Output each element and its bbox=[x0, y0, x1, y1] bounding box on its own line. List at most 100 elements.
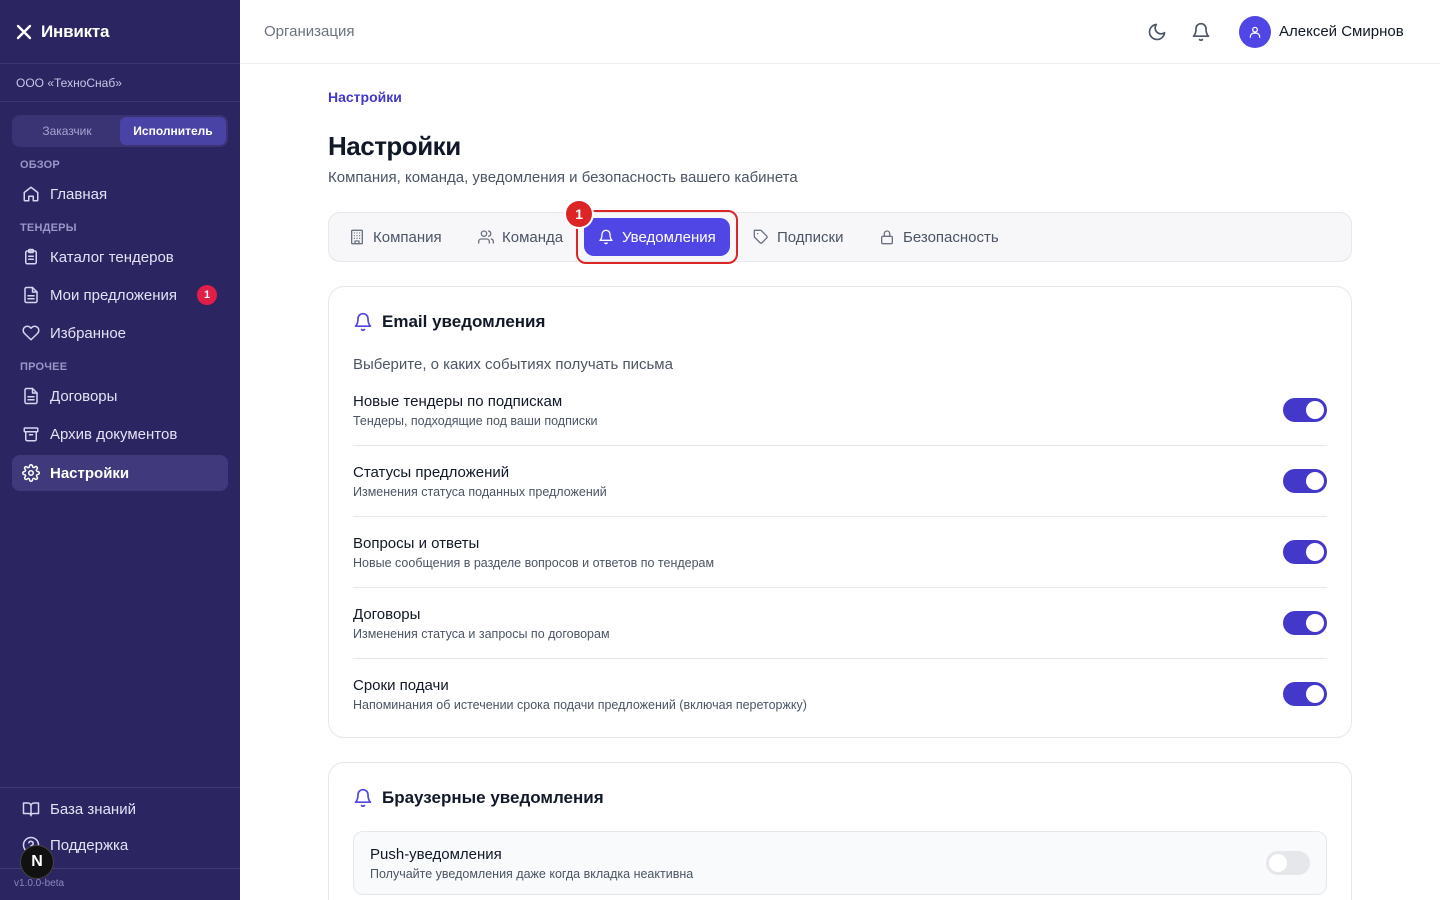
user-name[interactable]: Алексей Смирнов bbox=[1279, 23, 1404, 40]
breadcrumb[interactable]: Настройки bbox=[328, 89, 402, 105]
setting-hint: Новые сообщения в разделе вопросов и отв… bbox=[353, 556, 715, 570]
logo-x-icon bbox=[16, 24, 32, 39]
tab-label: Безопасность bbox=[903, 228, 999, 246]
setting-label: Push-уведомления bbox=[370, 846, 502, 863]
email-notifications-card: Email уведомления Выберите, о каких собы… bbox=[328, 286, 1352, 738]
setting-label: Новые тендеры по подпискам bbox=[353, 393, 563, 410]
sidebar-item-contracts[interactable]: Договоры bbox=[12, 378, 228, 414]
setting-row: Договоры Изменения статуса и запросы по … bbox=[353, 588, 1327, 659]
tab-subscriptions[interactable]: Подписки bbox=[739, 218, 858, 256]
step-marker: 1 bbox=[566, 201, 592, 227]
archive-icon bbox=[23, 427, 39, 442]
setting-label: Договоры bbox=[353, 606, 421, 623]
tab-company[interactable]: Компания bbox=[335, 218, 456, 256]
toggle-knob bbox=[1306, 401, 1324, 419]
setting-row: Статусы предложений Изменения статуса по… bbox=[353, 446, 1327, 517]
setting-hint: Получайте уведомления даже когда вкладка… bbox=[370, 867, 694, 881]
sidebar-item-home[interactable]: Главная bbox=[12, 176, 228, 212]
tab-label: Команда bbox=[502, 228, 564, 246]
document-icon bbox=[24, 286, 38, 304]
toggle-questions-answers[interactable] bbox=[1283, 540, 1327, 564]
organization-name: ООО «ТехноСнаб» bbox=[0, 64, 240, 102]
sidebar-item-label: Мои предложения bbox=[50, 286, 178, 304]
tab-notifications[interactable]: Уведомления bbox=[584, 218, 730, 256]
top-header: Организация Алексей Смирнов bbox=[240, 0, 1440, 64]
setting-hint: Напоминания об истечении срока подачи пр… bbox=[353, 698, 807, 712]
clipboard-icon bbox=[25, 248, 37, 265]
role-contractor-button[interactable]: Исполнитель bbox=[120, 117, 226, 145]
divider bbox=[0, 787, 240, 788]
toggle-knob bbox=[1306, 685, 1324, 703]
role-customer-button[interactable]: Заказчик bbox=[14, 117, 120, 145]
card-title-text: Браузерные уведомления bbox=[382, 788, 604, 807]
home-icon bbox=[23, 186, 39, 202]
tab-team[interactable]: Команда bbox=[464, 218, 577, 256]
sidebar-item-knowledge-base[interactable]: База знаний bbox=[12, 791, 228, 827]
tab-security[interactable]: Безопасность bbox=[865, 218, 1013, 256]
tag-icon bbox=[753, 229, 768, 244]
section-overview: ОБЗОР bbox=[20, 159, 60, 171]
bell-icon[interactable] bbox=[1191, 22, 1211, 42]
setting-label: Сроки подачи bbox=[353, 677, 449, 694]
page-title: Настройки bbox=[328, 131, 461, 161]
document-icon bbox=[24, 387, 38, 405]
section-tenders: ТЕНДЕРЫ bbox=[20, 222, 77, 234]
sidebar-item-label: Главная bbox=[50, 185, 108, 203]
toggle-knob bbox=[1269, 854, 1287, 872]
toggle-proposal-statuses[interactable] bbox=[1283, 469, 1327, 493]
app-name: Инвикта bbox=[41, 21, 110, 41]
push-notifications-row: Push-уведомления Получайте уведомления д… bbox=[353, 831, 1327, 895]
settings-tabs: Компания Команда Уведомления Подписки Бе… bbox=[328, 212, 1352, 262]
toggle-knob bbox=[1306, 614, 1324, 632]
building-icon bbox=[351, 229, 363, 245]
user-icon bbox=[1249, 26, 1261, 38]
setting-row: Вопросы и ответы Новые сообщения в разде… bbox=[353, 517, 1327, 588]
app-version: v1.0.0-beta bbox=[14, 878, 65, 889]
sidebar-item-proposals[interactable]: Мои предложения 1 bbox=[12, 277, 228, 313]
toggle-push[interactable] bbox=[1266, 851, 1310, 875]
sidebar-item-label: Настройки bbox=[50, 464, 130, 482]
setting-row: Новые тендеры по подпискам Тендеры, подх… bbox=[353, 375, 1327, 446]
lock-icon bbox=[881, 230, 893, 245]
book-icon bbox=[22, 802, 40, 817]
page-subtitle: Компания, команда, уведомления и безопас… bbox=[328, 169, 798, 186]
sidebar-item-label: Архив документов bbox=[50, 425, 178, 443]
sidebar-item-label: Договоры bbox=[50, 387, 118, 405]
dev-tools-button[interactable]: N bbox=[20, 845, 54, 879]
tab-label: Подписки bbox=[777, 228, 844, 246]
users-icon bbox=[478, 230, 494, 244]
card-title-text: Email уведомления bbox=[382, 312, 546, 331]
sidebar-item-label: Избранное bbox=[50, 324, 127, 342]
setting-label: Статусы предложений bbox=[353, 464, 510, 481]
sidebar-item-label: База знаний bbox=[50, 800, 136, 818]
setting-hint: Изменения статуса поданных предложений bbox=[353, 485, 607, 499]
sidebar-item-settings[interactable]: Настройки bbox=[12, 455, 228, 491]
card-title: Браузерные уведомления bbox=[353, 788, 604, 808]
sidebar-item-favorites[interactable]: Избранное bbox=[12, 315, 228, 351]
sidebar-item-label: Поддержка bbox=[50, 836, 129, 854]
toggle-new-tenders[interactable] bbox=[1283, 398, 1327, 422]
setting-hint: Изменения статуса и запросы по договорам bbox=[353, 627, 610, 641]
sidebar: Инвикта ООО «ТехноСнаб» Заказчик Исполни… bbox=[0, 0, 240, 900]
sidebar-item-archive[interactable]: Архив документов bbox=[12, 416, 228, 452]
setting-label: Вопросы и ответы bbox=[353, 535, 480, 552]
card-description: Выберите, о каких событиях получать пись… bbox=[353, 356, 673, 373]
setting-hint: Тендеры, подходящие под ваши подписки bbox=[353, 414, 598, 428]
toggle-deadlines[interactable] bbox=[1283, 682, 1327, 706]
browser-notifications-card: Браузерные уведомления Push-уведомления … bbox=[328, 762, 1352, 900]
setting-row: Сроки подачи Напоминания об истечении ср… bbox=[353, 659, 1327, 730]
tab-label: Уведомления bbox=[622, 228, 716, 246]
proposals-count-badge: 1 bbox=[197, 285, 217, 305]
bell-icon bbox=[354, 788, 372, 808]
tab-label: Компания bbox=[373, 228, 442, 246]
toggle-contracts[interactable] bbox=[1283, 611, 1327, 635]
toggle-knob bbox=[1306, 543, 1324, 561]
logo[interactable]: Инвикта bbox=[0, 0, 240, 64]
toggle-knob bbox=[1306, 472, 1324, 490]
moon-icon[interactable] bbox=[1147, 22, 1167, 42]
avatar[interactable] bbox=[1239, 16, 1271, 48]
header-title: Организация bbox=[264, 23, 355, 40]
bell-icon bbox=[354, 312, 372, 332]
section-other: ПРОЧЕЕ bbox=[20, 361, 68, 373]
sidebar-item-catalog[interactable]: Каталог тендеров bbox=[12, 239, 228, 275]
